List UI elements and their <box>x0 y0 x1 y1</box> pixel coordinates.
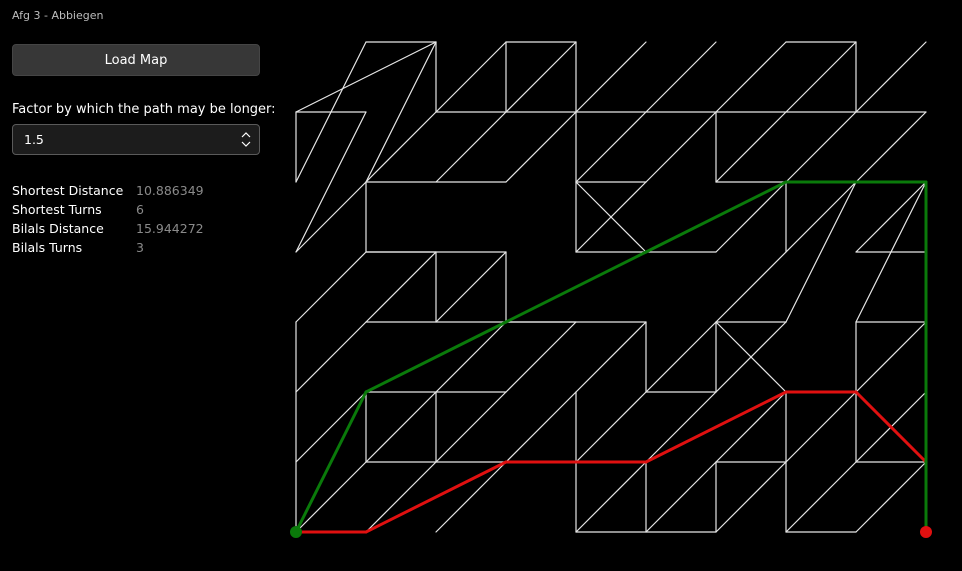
map-edge <box>785 111 857 183</box>
map-edge <box>715 111 787 183</box>
map-edge <box>435 321 507 393</box>
map-edge <box>785 391 857 463</box>
map-edge <box>295 391 367 463</box>
map-edge <box>855 181 927 253</box>
map-edge <box>645 41 717 113</box>
map-edge <box>785 461 857 533</box>
start-point <box>290 526 302 538</box>
map-edge <box>715 391 787 463</box>
map-edge <box>785 41 857 113</box>
map-edge <box>435 251 507 323</box>
map-edge <box>645 321 717 393</box>
map-edge <box>295 181 367 253</box>
map-edge <box>295 321 367 393</box>
map-edge <box>295 111 367 253</box>
map-canvas <box>290 41 932 538</box>
shortest-path-segment <box>364 460 508 534</box>
map-edge <box>715 181 787 253</box>
map-edge <box>365 461 437 533</box>
map-edge <box>365 111 437 183</box>
map-edge <box>365 391 437 463</box>
map-edge <box>715 461 787 533</box>
map-edge <box>505 111 577 183</box>
map-edge <box>645 461 717 533</box>
map-edge <box>645 111 717 183</box>
map-edge <box>645 391 717 463</box>
map-edge <box>435 41 507 113</box>
map-edge <box>855 41 927 113</box>
map-edge <box>575 391 647 463</box>
map-edge <box>785 181 857 323</box>
map-edge <box>575 41 647 113</box>
shortest-path-segment <box>644 390 788 464</box>
map-edge <box>575 461 647 533</box>
map-edge <box>575 321 647 393</box>
map-edge <box>505 391 577 463</box>
map-edge <box>715 41 787 113</box>
map-edge <box>855 461 927 533</box>
map-edge <box>435 391 507 463</box>
map-edge <box>365 251 437 323</box>
map-edge <box>435 461 507 533</box>
bilal-path-segment <box>644 180 788 254</box>
map-edge <box>295 461 367 533</box>
bilal-path-segment <box>364 320 508 394</box>
map-edge <box>855 111 927 183</box>
map-edge <box>365 41 437 183</box>
map-edge <box>295 41 437 113</box>
map-edge <box>295 251 367 323</box>
map-edge <box>505 321 577 393</box>
bilal-path-segment <box>504 250 648 324</box>
map-edge <box>575 111 647 183</box>
end-point <box>920 526 932 538</box>
map-edge <box>505 41 577 113</box>
map-edge <box>435 111 507 183</box>
bilal-path-segment <box>294 390 368 534</box>
map-edge <box>855 321 927 393</box>
